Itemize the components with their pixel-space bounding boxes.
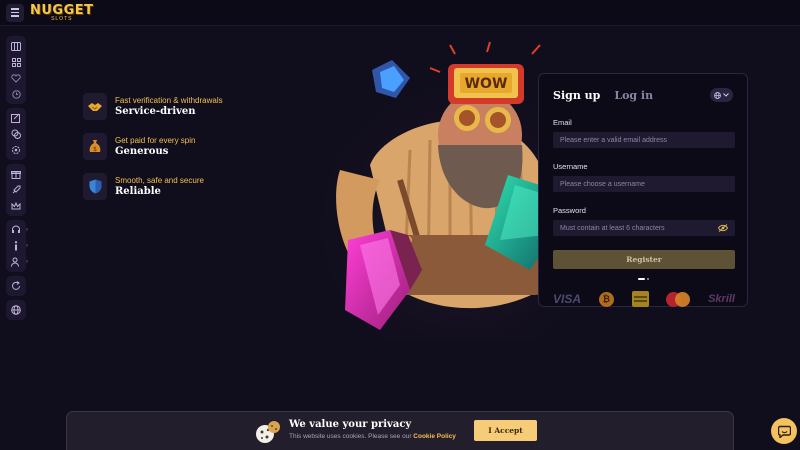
sidebar-group-language (6, 300, 26, 320)
users-icon[interactable]: › (8, 254, 28, 270)
chips-icon[interactable] (8, 126, 24, 142)
chevron-right-icon: › (26, 227, 28, 233)
username-label: Username (553, 162, 588, 171)
history-icon[interactable] (8, 86, 24, 102)
username-placeholder: Please choose a username (560, 180, 645, 188)
password-placeholder: Must contain at least 6 characters (560, 224, 665, 232)
sidebar: › › › (6, 36, 28, 320)
feature-subtitle: Fast verification & withdrawals (115, 96, 223, 105)
feature-list: Fast verification & withdrawals Service-… (83, 93, 223, 200)
site-logo[interactable]: NUGGET SLOTS (30, 4, 94, 22)
card-icon (631, 291, 649, 307)
visa-logo: VISA (553, 292, 582, 306)
carousel-dot[interactable] (646, 278, 649, 280)
globe-icon (714, 91, 721, 99)
signup-panel: Sign up Log in Email Please enter a vali… (538, 73, 748, 307)
email-label: Email (553, 118, 572, 127)
handshake-icon (83, 93, 107, 120)
cookie-text: This website uses cookies. Please see ou… (289, 433, 412, 440)
shield-icon (83, 173, 107, 200)
menu-button[interactable] (6, 3, 24, 22)
chat-button[interactable] (771, 418, 797, 444)
register-button[interactable]: Register (553, 250, 735, 269)
feature-subtitle: Smooth, safe and secure (115, 176, 204, 185)
mastercard-icon (666, 291, 691, 307)
tab-sign-up[interactable]: Sign up (553, 89, 600, 102)
cookie-description: This website uses cookies. Please see ou… (289, 433, 456, 440)
skrill-logo: Skrill (708, 293, 735, 305)
cookie-policy-link[interactable]: Cookie Policy (413, 433, 456, 440)
heart-icon[interactable] (8, 70, 24, 86)
chat-bubble-icon (777, 425, 791, 438)
chevron-down-icon (723, 93, 729, 97)
payment-methods: VISA ₿ Skrill (553, 291, 735, 307)
tab-log-in[interactable]: Log in (614, 89, 653, 102)
eye-off-icon[interactable] (718, 224, 728, 232)
cookie-text-block: We value your privacy This website uses … (289, 419, 456, 440)
crown-icon[interactable] (8, 198, 24, 214)
password-label: Password (553, 206, 586, 215)
feature-service: Fast verification & withdrawals Service-… (83, 93, 223, 120)
sidebar-group-casino (6, 108, 26, 160)
username-field[interactable]: Please choose a username (553, 176, 735, 192)
feature-subtitle: Get paid for every spin (115, 136, 196, 145)
top-bar: NUGGET SLOTS (0, 0, 800, 26)
cookie-icon (256, 421, 280, 443)
sports-icon[interactable] (8, 110, 24, 126)
globe-icon[interactable] (8, 302, 24, 318)
carousel-dots (553, 278, 733, 280)
carousel-dot-active[interactable] (637, 278, 645, 280)
svg-text:$: $ (93, 146, 97, 153)
feature-reliable: Smooth, safe and secure Reliable (83, 173, 223, 200)
feature-generous: $ Get paid for every spin Generous (83, 133, 223, 160)
hamburger-icon (11, 7, 19, 18)
sidebar-group-games (6, 36, 26, 104)
refresh-icon[interactable] (8, 278, 24, 294)
sidebar-group-help: › › › (6, 220, 28, 272)
language-selector[interactable] (710, 88, 733, 102)
auth-tabs: Sign up Log in (553, 88, 733, 102)
feature-title: Service-driven (115, 106, 196, 117)
sidebar-group-promos (6, 164, 26, 216)
feature-title: Generous (115, 146, 169, 157)
settings-icon[interactable] (8, 142, 24, 158)
slots-icon[interactable] (8, 38, 24, 54)
gift-icon[interactable] (8, 166, 24, 182)
chevron-right-icon: › (26, 243, 28, 249)
info-icon[interactable]: › (8, 238, 28, 254)
wow-sign: WOW (448, 64, 524, 104)
logo-sub-text: SLOTS (51, 15, 73, 22)
money-bag-icon: $ (83, 133, 107, 160)
chevron-right-icon: › (26, 259, 28, 265)
sidebar-group-refresh (6, 276, 26, 296)
grid-icon[interactable] (8, 54, 24, 70)
cookie-title: We value your privacy (289, 419, 412, 430)
email-placeholder: Please enter a valid email address (560, 136, 668, 144)
accept-cookies-button[interactable]: I Accept (474, 420, 537, 441)
bitcoin-icon: ₿ (598, 291, 614, 307)
email-field[interactable]: Please enter a valid email address (553, 132, 735, 148)
support-icon[interactable]: › (8, 222, 28, 238)
wow-sign-text: WOW (465, 76, 508, 92)
feature-title: Reliable (115, 186, 161, 197)
cookie-banner: We value your privacy This website uses … (66, 411, 734, 450)
rocket-icon[interactable] (8, 182, 24, 198)
logo-main-text: NUGGET (30, 2, 94, 18)
password-field[interactable]: Must contain at least 6 characters (553, 220, 735, 236)
